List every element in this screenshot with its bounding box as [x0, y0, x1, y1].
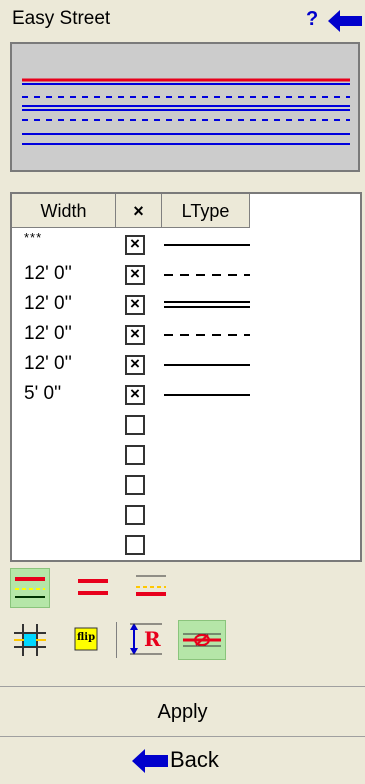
width-cell[interactable]: 5' 0'' [24, 383, 61, 405]
back-arrow-icon [132, 749, 168, 773]
column-header-width[interactable]: Width [12, 194, 116, 228]
style-yellow-center-button[interactable] [132, 568, 172, 608]
back-arrow-icon[interactable] [328, 10, 362, 32]
visibility-checkbox[interactable] [125, 505, 145, 525]
table-row[interactable] [12, 530, 360, 560]
table-row[interactable]: 5' 0'' × [12, 380, 360, 410]
lines-grid: Width × LType *** × 12' 0'' × 12' 0'' × 12' 0'… [10, 192, 362, 562]
visibility-checkbox[interactable]: × [125, 294, 145, 315]
style-double-red-button[interactable] [74, 568, 114, 608]
table-row[interactable] [12, 440, 360, 470]
table-row[interactable] [12, 410, 360, 440]
linetype-solid-icon[interactable] [162, 234, 252, 256]
check-mark-icon: × [130, 384, 140, 403]
width-cell[interactable]: 12' 0'' [24, 263, 72, 285]
width-cell[interactable]: 12' 0'' [24, 323, 72, 345]
check-mark-icon: × [130, 324, 140, 343]
divider [0, 686, 365, 687]
flip-label: flip [77, 632, 96, 643]
table-row[interactable]: 12' 0'' × [12, 260, 360, 290]
visibility-checkbox[interactable]: × [125, 324, 145, 345]
linetype-double-icon[interactable] [162, 294, 252, 316]
width-cell[interactable]: 12' 0'' [24, 293, 72, 315]
intersection-button[interactable] [10, 620, 50, 660]
linetype-dashed-icon[interactable] [162, 264, 252, 286]
visibility-checkbox[interactable] [125, 475, 145, 495]
double-red-line-icon [78, 579, 108, 595]
reverse-button[interactable]: R [126, 620, 166, 660]
width-cell[interactable]: 12' 0'' [24, 353, 72, 375]
column-header-visible[interactable]: × [116, 194, 162, 228]
width-cell[interactable]: *** [24, 230, 42, 245]
visibility-checkbox[interactable]: × [125, 384, 145, 405]
street-preview [10, 42, 360, 172]
table-row[interactable]: 12' 0'' × [12, 320, 360, 350]
no-centerline-button[interactable] [178, 620, 226, 660]
intersection-icon [14, 624, 46, 656]
check-mark-icon: × [130, 294, 140, 313]
back-label: Back [170, 747, 219, 772]
visibility-checkbox[interactable]: × [125, 264, 145, 285]
reverse-label: R [144, 627, 161, 651]
style-centerline-icon [15, 577, 45, 598]
table-row[interactable]: *** × [12, 230, 360, 260]
back-button[interactable]: Back [0, 737, 365, 784]
column-header-ltype[interactable]: LType [162, 194, 250, 228]
apply-button[interactable]: Apply [0, 688, 365, 736]
check-mark-icon: × [130, 354, 140, 373]
check-mark-icon: × [130, 264, 140, 283]
no-centerline-icon [183, 633, 221, 647]
visibility-checkbox[interactable]: × [125, 354, 145, 375]
table-row[interactable]: 12' 0'' × [12, 350, 360, 380]
style-centerline-button[interactable] [10, 568, 50, 608]
yellow-center-line-icon [136, 575, 166, 596]
flip-button[interactable]: flip [66, 620, 106, 660]
visibility-checkbox[interactable] [125, 535, 145, 555]
panel-title: Easy Street [12, 8, 111, 29]
linetype-solid-icon[interactable] [162, 384, 252, 406]
linetype-dashed-icon[interactable] [162, 324, 252, 346]
table-row[interactable]: 12' 0'' × [12, 290, 360, 320]
visibility-checkbox[interactable]: × [125, 234, 145, 255]
check-mark-icon: × [130, 234, 140, 253]
help-icon[interactable]: ? [306, 8, 318, 31]
toolbar-divider [116, 622, 117, 658]
table-row[interactable] [12, 500, 360, 530]
column-header-filler [250, 194, 360, 228]
visibility-checkbox[interactable] [125, 415, 145, 435]
visibility-checkbox[interactable] [125, 445, 145, 465]
title-bar: Easy Street ? [0, 0, 365, 40]
street-preview-lines [22, 78, 350, 145]
table-row[interactable] [12, 470, 360, 500]
linetype-solid-icon[interactable] [162, 354, 252, 376]
